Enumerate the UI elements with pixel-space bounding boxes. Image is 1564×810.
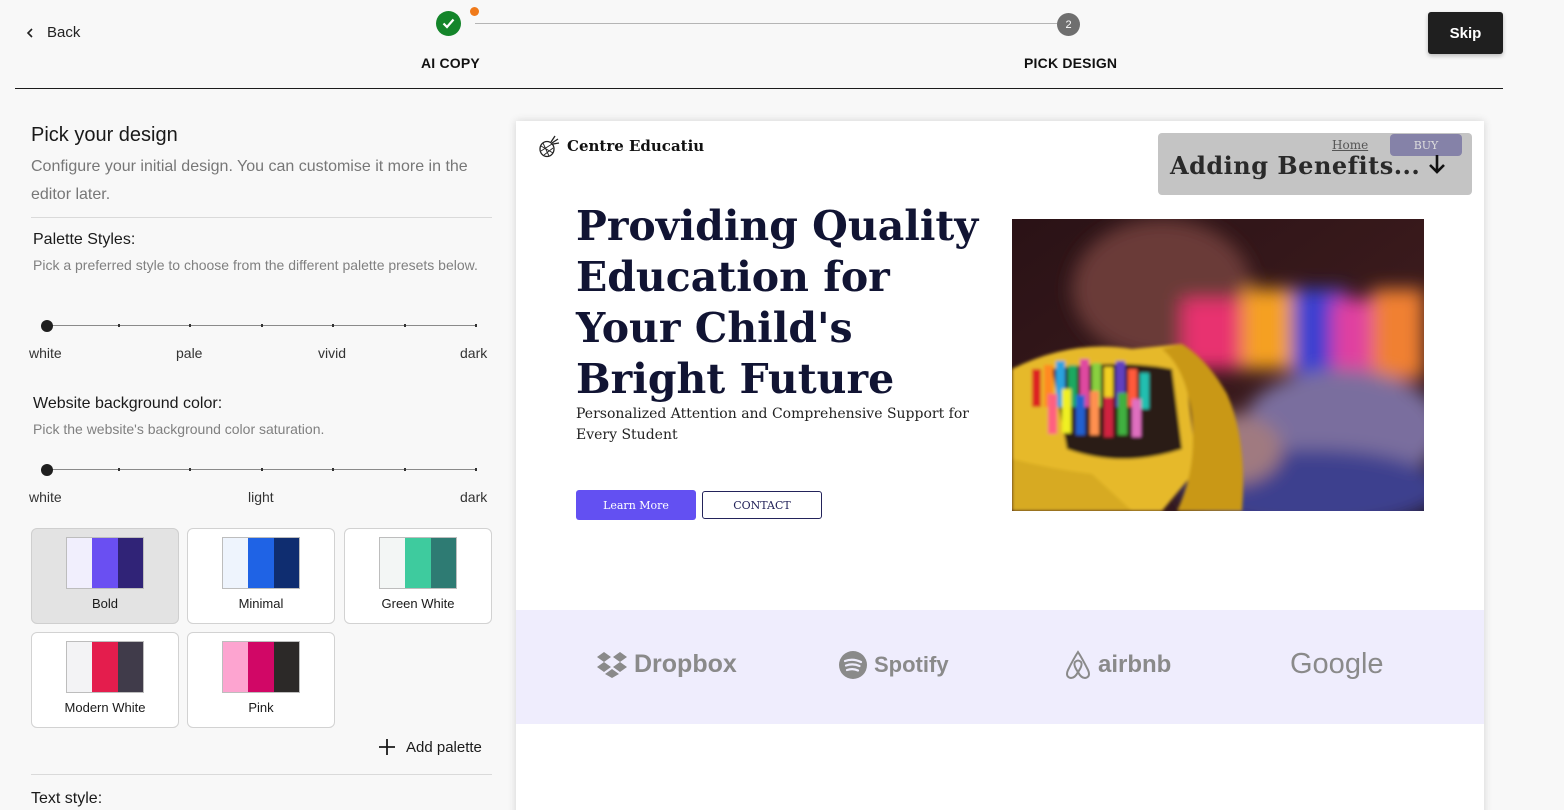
background-color-section: Website background color: Pick the websi… bbox=[33, 395, 483, 439]
skip-button[interactable]: Skip bbox=[1428, 12, 1503, 54]
hero-image-crayons bbox=[1012, 219, 1424, 511]
palette-card-green-white[interactable]: Green White bbox=[344, 528, 492, 624]
preview-brand: Centre Educatiu bbox=[537, 134, 704, 158]
airbnb-logo: airbnb bbox=[1064, 650, 1171, 680]
dropbox-wordmark: Dropbox bbox=[634, 650, 737, 678]
spotify-wordmark: Spotify bbox=[874, 652, 949, 677]
add-palette-label: Add palette bbox=[406, 738, 482, 756]
step-progress-line bbox=[475, 23, 1057, 24]
background-color-description: Pick the website's background color satu… bbox=[33, 421, 325, 437]
google-wordmark: Google bbox=[1290, 648, 1384, 680]
palette-swatches bbox=[222, 537, 300, 589]
preview-nav-home[interactable]: Home bbox=[1332, 138, 1368, 152]
learn-more-button[interactable]: Learn More bbox=[576, 490, 696, 520]
slider-tick bbox=[404, 468, 406, 471]
loading-status-text: Adding Benefits... bbox=[1170, 151, 1421, 180]
slider-knob[interactable] bbox=[41, 464, 53, 476]
dropbox-icon bbox=[597, 651, 627, 678]
slider-knob[interactable] bbox=[41, 320, 53, 332]
google-logo: Google bbox=[1290, 648, 1384, 681]
step-progress-dot bbox=[470, 7, 479, 16]
palette-swatches bbox=[379, 537, 457, 589]
slider-tick bbox=[118, 468, 120, 471]
divider bbox=[31, 217, 492, 218]
top-bar: Back 2 AI COPY PICK DESIGN Skip bbox=[15, 0, 1503, 89]
divider bbox=[31, 774, 492, 775]
palette-swatches bbox=[66, 641, 144, 693]
airbnb-wordmark: airbnb bbox=[1098, 651, 1172, 678]
plus-icon bbox=[379, 739, 395, 755]
background-option-white[interactable]: white bbox=[29, 489, 62, 505]
palette-name: Pink bbox=[248, 700, 274, 715]
hero-title: Providing Quality Education for Your Chi… bbox=[576, 202, 979, 403]
palette-card-pink[interactable]: Pink bbox=[187, 632, 335, 728]
palette-swatches bbox=[222, 641, 300, 693]
slider-tick bbox=[261, 324, 263, 327]
step-label-pick-design: PICK DESIGN bbox=[1024, 55, 1118, 71]
hero-subtitle: Personalized Attention and Comprehensive… bbox=[576, 406, 969, 443]
add-palette-button[interactable]: Add palette bbox=[378, 738, 482, 756]
preview-brand-name: Centre Educatiu bbox=[567, 137, 705, 155]
palette-style-slider[interactable] bbox=[41, 320, 477, 332]
background-option-light[interactable]: light bbox=[248, 489, 274, 505]
text-style-title: Text style: bbox=[31, 790, 103, 807]
panel-title: Pick your design bbox=[31, 124, 178, 146]
dropbox-logo: Dropbox bbox=[596, 650, 737, 679]
website-preview: Centre Educatiu Home BUY Adding Benefits… bbox=[516, 121, 1484, 810]
panel-description: Configure your initial design. You can c… bbox=[31, 158, 468, 203]
pineapple-logo-icon bbox=[539, 135, 560, 158]
palette-styles-title: Palette Styles: bbox=[33, 231, 136, 248]
preview-nav-loading-overlay: Home BUY Adding Benefits... bbox=[1158, 133, 1472, 195]
palette-name: Bold bbox=[91, 596, 119, 611]
arrow-down-icon bbox=[1429, 155, 1445, 174]
back-label: Back bbox=[47, 24, 81, 41]
slider-tick bbox=[332, 324, 334, 327]
palette-name: Modern White bbox=[64, 700, 146, 715]
slider-tick bbox=[261, 468, 263, 471]
design-settings-panel: Pick your design Configure your initial … bbox=[31, 124, 492, 209]
background-color-slider[interactable] bbox=[41, 464, 477, 476]
back-button[interactable]: Back bbox=[25, 24, 80, 41]
slider-tick bbox=[189, 468, 191, 471]
slider-tick bbox=[404, 324, 406, 327]
palette-card-minimal[interactable]: Minimal bbox=[187, 528, 335, 624]
palette-card-bold[interactable]: Bold bbox=[31, 528, 179, 624]
palette-name: Minimal bbox=[238, 596, 284, 611]
palette-option-pale[interactable]: pale bbox=[176, 345, 202, 361]
step-complete-icon bbox=[436, 11, 461, 36]
slider-tick bbox=[332, 468, 334, 471]
palette-card-modern-white[interactable]: Modern White bbox=[31, 632, 179, 728]
airbnb-icon bbox=[1066, 650, 1090, 680]
partner-logos-band: Dropbox Spotify airbnb Google bbox=[516, 610, 1484, 724]
palette-swatches bbox=[66, 537, 144, 589]
chevron-left-icon bbox=[26, 27, 33, 38]
step-label-ai-copy: AI COPY bbox=[421, 55, 480, 71]
palette-name: Green White bbox=[381, 596, 455, 611]
background-option-dark[interactable]: dark bbox=[460, 489, 487, 505]
palette-styles-section: Palette Styles: Pick a preferred style t… bbox=[33, 231, 483, 275]
spotify-logo: Spotify bbox=[838, 650, 949, 680]
palette-styles-description: Pick a preferred style to choose from th… bbox=[33, 257, 478, 273]
contact-button[interactable]: CONTACT bbox=[702, 491, 822, 519]
spotify-icon bbox=[839, 651, 867, 679]
step-number-badge: 2 bbox=[1057, 13, 1080, 36]
palette-option-dark[interactable]: dark bbox=[460, 345, 487, 361]
slider-tick bbox=[118, 324, 120, 327]
background-color-title: Website background color: bbox=[33, 395, 223, 412]
slider-tick bbox=[475, 468, 477, 471]
slider-tick bbox=[475, 324, 477, 327]
palette-option-vivid[interactable]: vivid bbox=[318, 345, 346, 361]
slider-tick bbox=[189, 324, 191, 327]
palette-option-white[interactable]: white bbox=[29, 345, 62, 361]
